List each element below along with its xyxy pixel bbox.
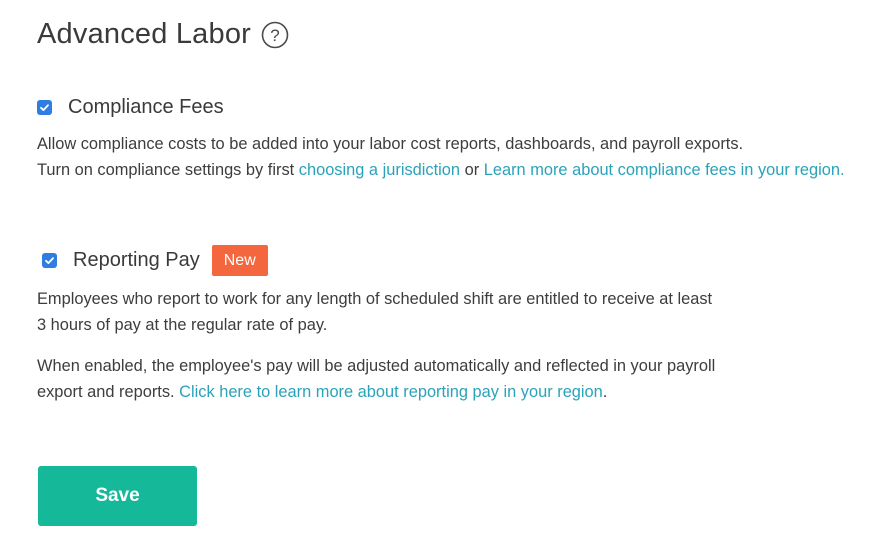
compliance-fees-desc-line1: Allow compliance costs to be added into … bbox=[37, 135, 744, 153]
check-icon bbox=[40, 104, 49, 111]
reporting-pay-enabled-description: When enabled, the employee's pay will be… bbox=[37, 353, 872, 405]
compliance-fees-checkbox[interactable] bbox=[37, 100, 52, 115]
header: Advanced Labor ? bbox=[37, 18, 289, 51]
learn-more-compliance-fees-link[interactable]: Learn more about compliance fees in your… bbox=[484, 161, 845, 179]
reporting-pay-section: Reporting Pay New bbox=[42, 245, 877, 276]
reporting-pay-desc2-line1: When enabled, the employee's pay will be… bbox=[37, 357, 716, 375]
reporting-pay-desc-line1: Employees who report to work for any len… bbox=[37, 290, 713, 308]
choosing-jurisdiction-link[interactable]: choosing a jurisdiction bbox=[299, 161, 460, 179]
advanced-labor-page: Advanced Labor ? Compliance Fees Allow c… bbox=[0, 0, 880, 547]
reporting-pay-desc-line2: 3 hours of pay at the regular rate of pa… bbox=[37, 316, 328, 334]
reporting-pay-desc2-suffix: . bbox=[602, 383, 608, 401]
reporting-pay-body: Employees who report to work for any len… bbox=[37, 286, 872, 405]
compliance-fees-label: Compliance Fees bbox=[68, 96, 224, 118]
new-badge: New bbox=[211, 245, 268, 276]
compliance-fees-header: Compliance Fees bbox=[37, 96, 872, 119]
svg-text:?: ? bbox=[270, 26, 279, 45]
page-title: Advanced Labor bbox=[37, 18, 252, 50]
learn-more-reporting-pay-link[interactable]: Click here to learn more about reporting… bbox=[179, 383, 603, 401]
check-icon bbox=[45, 257, 54, 264]
reporting-pay-desc2-line2: export and reports. bbox=[37, 383, 180, 401]
compliance-fees-desc-or: or bbox=[460, 161, 484, 179]
compliance-fees-section: Compliance Fees Allow compliance costs t… bbox=[37, 96, 872, 183]
question-circle-icon[interactable]: ? bbox=[261, 21, 289, 49]
reporting-pay-label: Reporting Pay bbox=[73, 249, 200, 271]
reporting-pay-checkbox[interactable] bbox=[42, 253, 57, 268]
compliance-fees-description: Allow compliance costs to be added into … bbox=[37, 131, 872, 183]
reporting-pay-description: Employees who report to work for any len… bbox=[37, 286, 872, 338]
save-button[interactable]: Save bbox=[38, 466, 197, 526]
reporting-pay-header: Reporting Pay New bbox=[42, 245, 877, 276]
compliance-fees-desc-line2: Turn on compliance settings by first bbox=[37, 161, 299, 179]
